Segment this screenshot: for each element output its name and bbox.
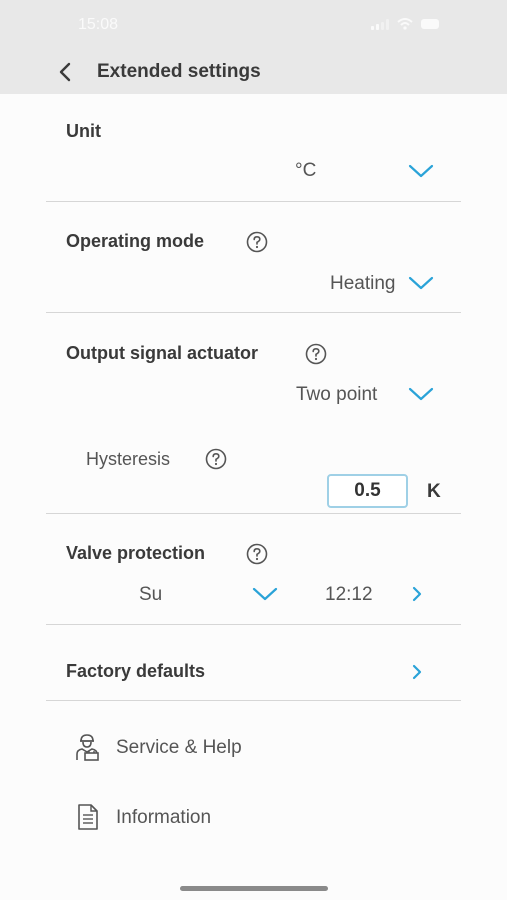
- valve-protection-time-chevron-icon[interactable]: [410, 585, 424, 603]
- output-signal-help-icon[interactable]: [305, 343, 327, 365]
- battery-icon: [421, 19, 439, 29]
- status-icons: [371, 18, 439, 30]
- hysteresis-unit: K: [427, 481, 441, 502]
- valve-protection-label: Valve protection: [66, 543, 206, 563]
- hysteresis-input[interactable]: 0.5: [327, 474, 408, 508]
- cellular-signal-icon: [371, 18, 389, 30]
- valve-protection-help-icon[interactable]: [246, 543, 268, 565]
- menu-item-label: Information: [116, 807, 212, 828]
- valve-protection-day-chevron-icon[interactable]: [252, 586, 278, 602]
- operating-mode-value[interactable]: Heating: [330, 273, 396, 295]
- divider: [46, 624, 461, 625]
- unit-dropdown-chevron-icon[interactable]: [408, 163, 434, 179]
- divider: [46, 312, 461, 313]
- menu-item-label: Service & Help: [116, 737, 242, 758]
- divider: [46, 513, 461, 514]
- status-bar: 15:08: [0, 0, 507, 50]
- menu-item-service-help[interactable]: Service & Help: [66, 728, 366, 768]
- valve-protection-time[interactable]: 12:12: [325, 584, 373, 606]
- unit-value[interactable]: °C: [295, 160, 316, 182]
- wifi-icon: [397, 18, 413, 30]
- operating-mode-help-icon[interactable]: [246, 231, 268, 253]
- status-time: 15:08: [78, 16, 119, 33]
- operating-mode-dropdown-chevron-icon[interactable]: [408, 275, 434, 291]
- document-icon: [78, 804, 98, 830]
- factory-defaults-row[interactable]: Factory defaults: [46, 640, 461, 700]
- divider: [46, 201, 461, 202]
- hysteresis-label: Hysteresis: [86, 449, 171, 469]
- output-signal-label: Output signal actuator: [66, 343, 259, 363]
- operating-mode-label: Operating mode: [66, 231, 205, 251]
- divider: [46, 700, 461, 701]
- home-indicator: [180, 886, 328, 891]
- output-signal-value[interactable]: Two point: [296, 384, 377, 406]
- menu-item-information[interactable]: Information: [66, 798, 366, 838]
- back-chevron-icon[interactable]: [56, 60, 76, 84]
- factory-defaults-chevron-icon[interactable]: [410, 663, 424, 681]
- page-title: Extended settings: [97, 61, 261, 82]
- valve-protection-day[interactable]: Su: [139, 584, 162, 606]
- output-signal-dropdown-chevron-icon[interactable]: [408, 386, 434, 402]
- nav-header: Extended settings: [0, 50, 507, 94]
- service-technician-icon: [76, 734, 99, 761]
- hysteresis-help-icon[interactable]: [205, 448, 227, 470]
- factory-defaults-label: Factory defaults: [66, 661, 206, 681]
- unit-label: Unit: [66, 121, 101, 141]
